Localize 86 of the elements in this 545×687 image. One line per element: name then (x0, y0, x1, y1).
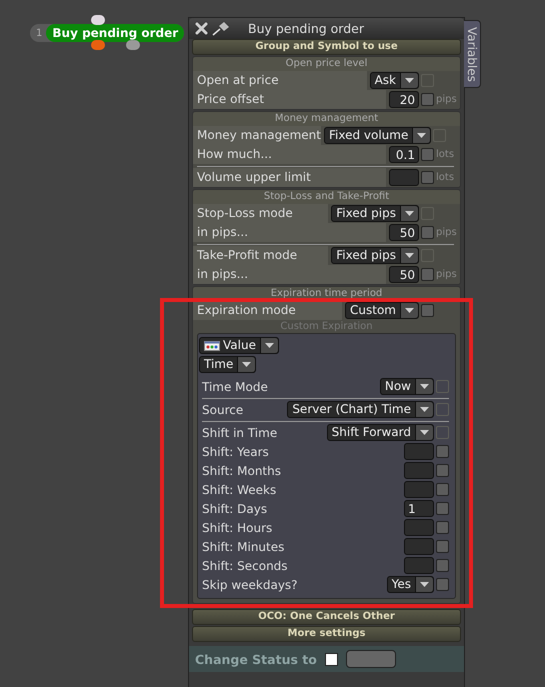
number-field[interactable] (389, 169, 419, 186)
field-label: Shift: Hours (202, 520, 274, 534)
group-title: Stop-Loss and Take-Profit (193, 190, 460, 204)
checkbox[interactable] (421, 304, 434, 317)
checkbox[interactable] (421, 226, 434, 239)
field-label: Shift: Years (202, 444, 270, 458)
unit-label: pips (436, 227, 458, 238)
checkbox[interactable] (436, 578, 449, 591)
field-label: Shift: Days (202, 502, 268, 516)
group-title: Open price level (193, 57, 460, 71)
caret-icon (420, 407, 429, 412)
number-field[interactable]: 0.1 (389, 146, 419, 163)
unit-label: pips (436, 94, 458, 105)
checkbox[interactable] (421, 171, 434, 184)
unit-label: pips (436, 269, 458, 280)
number-field[interactable]: 50 (389, 224, 419, 241)
status-button[interactable] (346, 650, 396, 668)
caret-icon (405, 253, 414, 258)
input-connector[interactable] (91, 15, 105, 25)
number-field[interactable] (404, 481, 434, 498)
checkbox[interactable] (436, 559, 449, 572)
field-label: Shift: Weeks (202, 482, 278, 496)
field-label: Shift in Time (202, 426, 278, 440)
checkbox[interactable] (436, 521, 449, 534)
checkbox[interactable] (421, 93, 434, 106)
dropdown[interactable]: Yes (386, 576, 434, 593)
field-label: Shift: Months (202, 464, 282, 478)
number-field[interactable] (404, 462, 434, 479)
caret-icon (242, 362, 252, 367)
number-field[interactable] (404, 519, 434, 536)
field-label: Change Status to (195, 652, 317, 666)
field-label: Shift: Seconds (202, 558, 289, 572)
checkbox[interactable] (421, 268, 434, 281)
field-label: in pips... (193, 223, 386, 242)
pin-icon[interactable] (212, 21, 230, 36)
field-label: Shift: Minutes (202, 540, 286, 554)
number-field[interactable]: 20 (389, 91, 419, 108)
dropdown[interactable]: Custom (345, 302, 419, 319)
field-label: Money management (193, 126, 321, 145)
caret-icon (417, 133, 426, 138)
checkbox[interactable] (324, 652, 338, 666)
field-label: in pips... (193, 265, 386, 284)
group-title: Money management (193, 112, 460, 126)
block-number: 1 (35, 28, 44, 38)
field-label: Time Mode (202, 380, 269, 394)
workflow-block[interactable]: 1 Buy pending order (30, 24, 184, 42)
caret-icon (420, 384, 429, 389)
window-title: Buy pending order (248, 21, 364, 36)
dropdown[interactable]: Time (199, 356, 256, 373)
section-header[interactable]: Group and Symbol to use (192, 39, 461, 55)
field-label: Source (202, 402, 244, 416)
caret-icon (420, 582, 429, 587)
section-header[interactable]: OCO: One Cancels Other (192, 609, 461, 625)
caret-icon (405, 211, 414, 216)
checkbox[interactable] (436, 483, 449, 496)
field-label: Stop-Loss mode (193, 204, 328, 223)
field-label: Take-Profit mode (193, 246, 328, 265)
dropdown[interactable]: Value (199, 337, 279, 354)
checkbox[interactable] (421, 148, 434, 161)
caret-icon (405, 308, 414, 313)
number-field[interactable]: 1 (404, 500, 434, 517)
output-connector[interactable] (126, 40, 140, 50)
caret-icon (264, 343, 274, 348)
side-tab[interactable]: Variables (464, 20, 481, 88)
field-label: Volume upper limit (193, 168, 386, 187)
checkbox[interactable] (436, 502, 449, 515)
field-label: Price offset (193, 90, 386, 109)
caret-icon (420, 430, 429, 435)
checkbox[interactable] (436, 464, 449, 477)
unit-label: lots (436, 172, 456, 183)
section-header[interactable]: More settings (192, 626, 461, 642)
field-label: Open at price (193, 71, 367, 90)
number-field[interactable] (404, 443, 434, 460)
close-icon[interactable] (195, 22, 208, 35)
field-label: How much... (193, 145, 386, 164)
number-field[interactable]: 50 (389, 266, 419, 283)
field-label: Skip weekdays? (202, 578, 299, 592)
number-field[interactable] (404, 557, 434, 574)
checkbox[interactable] (436, 445, 449, 458)
field-label: Expiration mode (193, 301, 342, 320)
number-field[interactable] (404, 538, 434, 555)
block-label: Buy pending order (46, 24, 184, 42)
output-connector[interactable] (91, 40, 105, 50)
caret-icon (405, 78, 414, 83)
unit-label: lots (436, 149, 456, 160)
checkbox[interactable] (436, 540, 449, 553)
